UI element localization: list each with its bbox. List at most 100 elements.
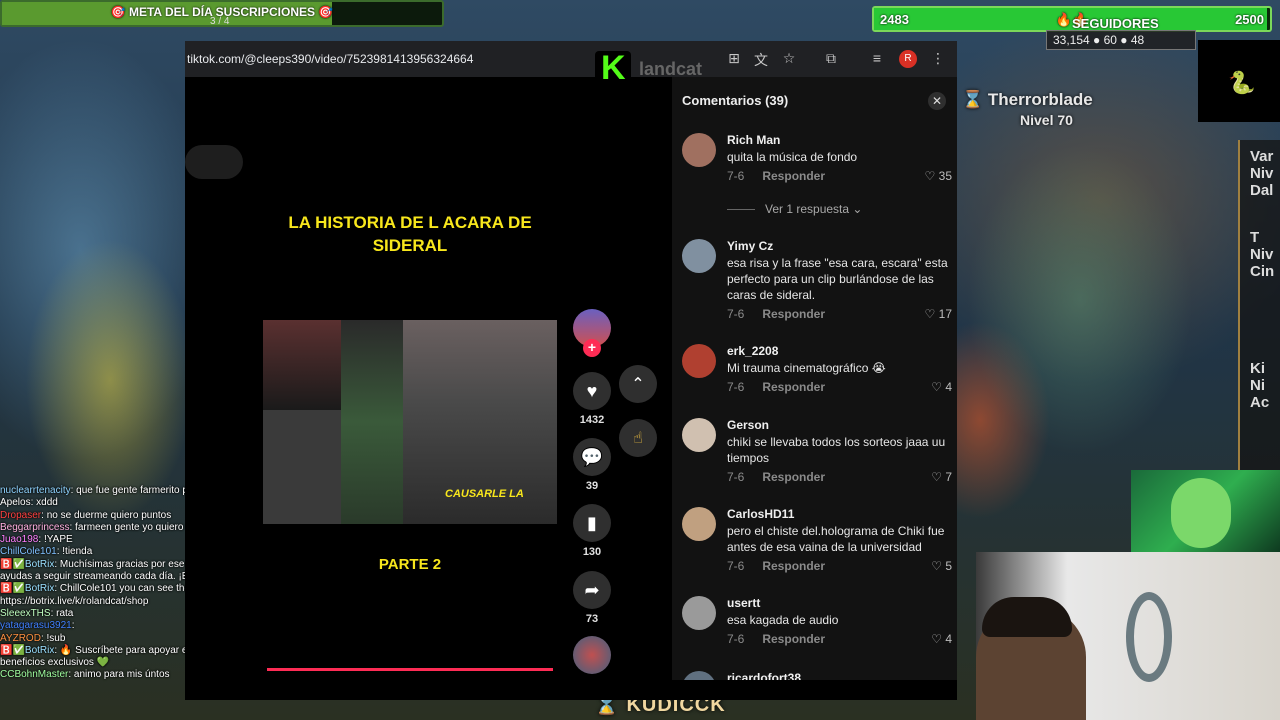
video-progress[interactable] [267, 668, 553, 671]
comment-user[interactable]: Gerson [727, 418, 769, 432]
avatar[interactable] [682, 344, 716, 378]
like-action[interactable]: ♥ 1432 [573, 372, 611, 426]
follow-plus-icon[interactable]: + [583, 339, 601, 357]
comment-item: erk_2208 Mi trauma cinematográfico 😭 7-6… [682, 344, 952, 404]
comments-panel: Comentarios (39) ✕ Rich Man quita la mús… [672, 77, 957, 680]
share-count: 73 [585, 613, 599, 625]
comment-meta: 7-6 Responder [727, 307, 825, 321]
game-character-name: ⌛ Therrorblade [962, 90, 1093, 109]
video-title: LA HISTORIA DE L ACARA DE SIDERAL [288, 213, 532, 255]
comment-item: Rich Man quita la música de fondo 7-6 Res… [682, 133, 952, 213]
comment-like[interactable]: ♡ 17 [925, 307, 952, 321]
comment-text: esa risa y la frase "esa cara, escara" e… [727, 256, 948, 302]
chat-msg: rata [56, 607, 74, 619]
comment-user[interactable]: Rich Man [727, 133, 780, 147]
search-pill[interactable] [185, 145, 243, 179]
comment-meta: 7-6 Responder [727, 470, 825, 484]
comment-item: CarlosHD11 pero el chiste del.holograma … [682, 507, 952, 577]
comment-meta: 7-6 Responder [727, 169, 825, 183]
chat-msg: no se duerme quiero puntos [46, 509, 172, 521]
see-replies-button[interactable]: Ver 1 respuesta ⌄ [727, 202, 862, 216]
menu-kebab-icon[interactable]: ⋮ [929, 50, 947, 68]
comment-meta: 7-6 Responder [727, 559, 825, 573]
comment-user[interactable]: CarlosHD11 [727, 507, 794, 521]
share-icon[interactable]: ➦ [573, 571, 611, 609]
close-icon[interactable]: ✕ [928, 92, 946, 110]
share-action[interactable]: ➦ 73 [573, 571, 611, 625]
comment-like[interactable]: ♡ 7 [931, 470, 952, 484]
video-person-thumb [263, 320, 341, 410]
translate-icon[interactable]: 文 [752, 50, 770, 68]
video-part-label: PARTE 2 [378, 556, 442, 573]
chat-user: Juao198 [0, 534, 39, 546]
reply-button[interactable]: Responder [762, 470, 825, 484]
install-app-icon[interactable]: ⊞ [725, 50, 743, 68]
avatar[interactable] [682, 133, 716, 167]
media-control-icon[interactable]: ≡ [868, 50, 886, 68]
like-count: 1432 [579, 414, 605, 426]
chat-user: AYZROD [0, 632, 41, 644]
followers-label-text: SEGUIDORES [1072, 16, 1159, 31]
comment-date: 7-6 [727, 470, 745, 484]
comment-like[interactable]: ♡ 4 [931, 380, 952, 394]
save-action[interactable]: ▮ 130 [573, 504, 611, 558]
side-panel-text: Cin [1250, 263, 1275, 280]
subs-goal-bar: 🎯 META DEL DÍA SUSCRIPCIONES 🎯 3 / 4 [0, 0, 444, 27]
profile-avatar[interactable]: R [899, 50, 917, 68]
chat-user: BotRix [24, 644, 55, 656]
chat-user: Apelos [0, 497, 31, 509]
reply-button[interactable]: Responder [762, 380, 825, 394]
subs-goal-count: 3 / 4 [210, 16, 230, 27]
chat-user: SleeexTHS [0, 607, 51, 619]
chat-msg: !YAPE [43, 534, 73, 546]
replies-divider [727, 209, 755, 211]
avatar[interactable] [682, 239, 716, 273]
side-panel-text: Niv [1250, 165, 1274, 182]
comment-item: Gerson chiki se llevaba todos los sorteo… [682, 418, 952, 488]
avatar[interactable] [682, 507, 716, 541]
comment-action[interactable]: 💬 39 [573, 438, 611, 492]
kick-k-icon: K [601, 49, 626, 87]
extensions-icon[interactable]: ⧉ [822, 50, 840, 68]
chat-msg: !sub [46, 632, 66, 644]
bookmark-icon[interactable]: ▮ [573, 504, 611, 542]
comment-like[interactable]: ♡ 4 [931, 632, 952, 646]
chevron-up-icon: ⌃ [631, 376, 645, 393]
music-disc-icon[interactable] [573, 636, 611, 674]
comment-count: 39 [585, 480, 599, 492]
side-panel-text: Niv [1250, 246, 1274, 263]
followers-goal: 2500 [1235, 12, 1264, 27]
comment-like[interactable]: ♡ 35 [925, 169, 952, 183]
comment-like-count: 7 [945, 470, 952, 484]
video-frame[interactable]: CAUSARLE LA [263, 320, 557, 524]
next-video-button[interactable]: ☝ [619, 419, 657, 457]
url-text[interactable]: tiktok.com/@cleeps390/video/752398141395… [187, 52, 473, 66]
save-count: 130 [582, 546, 602, 558]
comment-user[interactable]: usertt [727, 596, 760, 610]
comment-like-count: 35 [938, 169, 952, 183]
chat-user: BotRix [24, 583, 55, 595]
avatar[interactable] [682, 671, 716, 680]
comment-like[interactable]: ♡ 5 [931, 559, 952, 573]
reply-button[interactable]: Responder [762, 169, 825, 183]
bookmark-star-icon[interactable]: ☆ [780, 50, 798, 68]
comment-item: usertt esa kagada de audio 7-6 Responder … [682, 596, 952, 656]
comment-user[interactable]: ricardofort38 [727, 671, 801, 680]
chat-user: nuclearrtenacity [0, 485, 71, 496]
comment-text: quita la música de fondo [727, 150, 858, 164]
comment-user[interactable]: erk_2208 [727, 344, 778, 358]
reply-button[interactable]: Responder [762, 559, 825, 573]
avatar[interactable] [682, 596, 716, 630]
character-name-text: Therrorblade [987, 90, 1093, 109]
previous-video-button[interactable]: ⌃ [619, 365, 657, 403]
comment-user[interactable]: Yimy Cz [727, 239, 773, 253]
kick-logo: K [595, 49, 631, 87]
heart-icon[interactable]: ♥ [573, 372, 611, 410]
comment-icon[interactable]: 💬 [573, 438, 611, 476]
reply-button[interactable]: Responder [762, 307, 825, 321]
avatar[interactable] [682, 418, 716, 452]
comment-like-count: 17 [938, 307, 952, 321]
avatar-webcam [1131, 470, 1280, 552]
reply-button[interactable]: Responder [762, 632, 825, 646]
address-bar[interactable]: tiktok.com/@cleeps390/video/752398141395… [185, 41, 957, 77]
